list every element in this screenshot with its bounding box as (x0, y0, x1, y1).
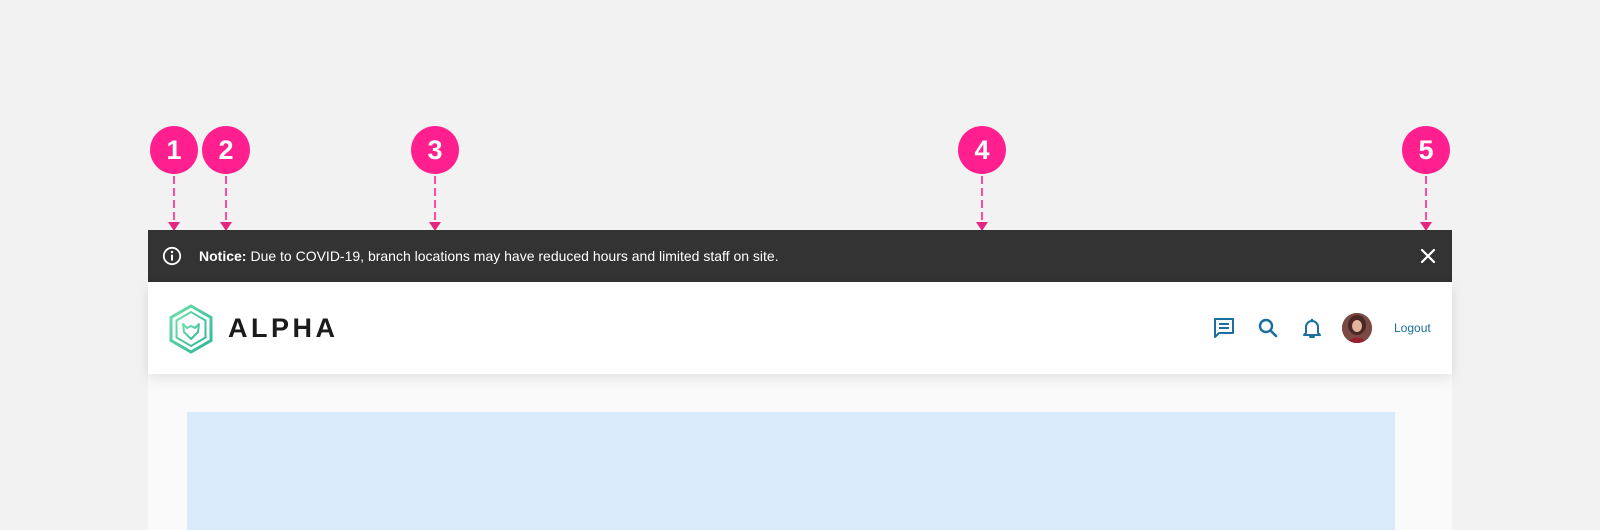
annotation-marker-1: 1 (150, 126, 198, 231)
annotation-leader-line (434, 176, 436, 222)
close-icon[interactable] (1418, 246, 1438, 266)
page-frame: Notice: Due to COVID-19, branch locations… (148, 230, 1452, 530)
site-header: ALPHA Logout (148, 282, 1452, 374)
logout-link[interactable]: Logout (1394, 282, 1431, 374)
annotation-marker-5: 5 (1402, 126, 1450, 231)
notice-body: Due to COVID-19, branch locations may ha… (250, 248, 779, 264)
annotation-leader-line (1425, 176, 1427, 222)
annotation-number: 5 (1402, 126, 1450, 174)
search-icon[interactable] (1256, 316, 1280, 340)
annotation-number: 4 (958, 126, 1006, 174)
annotation-leader-line (173, 176, 175, 222)
info-circle-icon (162, 246, 182, 266)
annotation-leader-line (981, 176, 983, 222)
user-avatar-icon (1342, 313, 1372, 343)
notice-lead: Notice: (199, 248, 247, 264)
bell-icon[interactable] (1300, 316, 1324, 340)
annotation-number: 3 (411, 126, 459, 174)
annotation-marker-4: 4 (958, 126, 1006, 231)
message-icon[interactable] (1212, 316, 1236, 340)
notice-banner: Notice: Due to COVID-19, branch locations… (148, 230, 1452, 282)
annotation-marker-3: 3 (411, 126, 459, 231)
annotation-marker-2: 2 (202, 126, 250, 231)
avatar[interactable] (1342, 313, 1372, 343)
annotation-leader-line (225, 176, 227, 222)
notice-message: Notice: Due to COVID-19, branch locations… (199, 230, 779, 282)
annotation-number: 1 (150, 126, 198, 174)
content-placeholder (187, 412, 1395, 530)
annotation-number: 2 (202, 126, 250, 174)
brand-name[interactable]: ALPHA (228, 282, 339, 374)
hexagon-lion-logo[interactable] (168, 304, 214, 354)
